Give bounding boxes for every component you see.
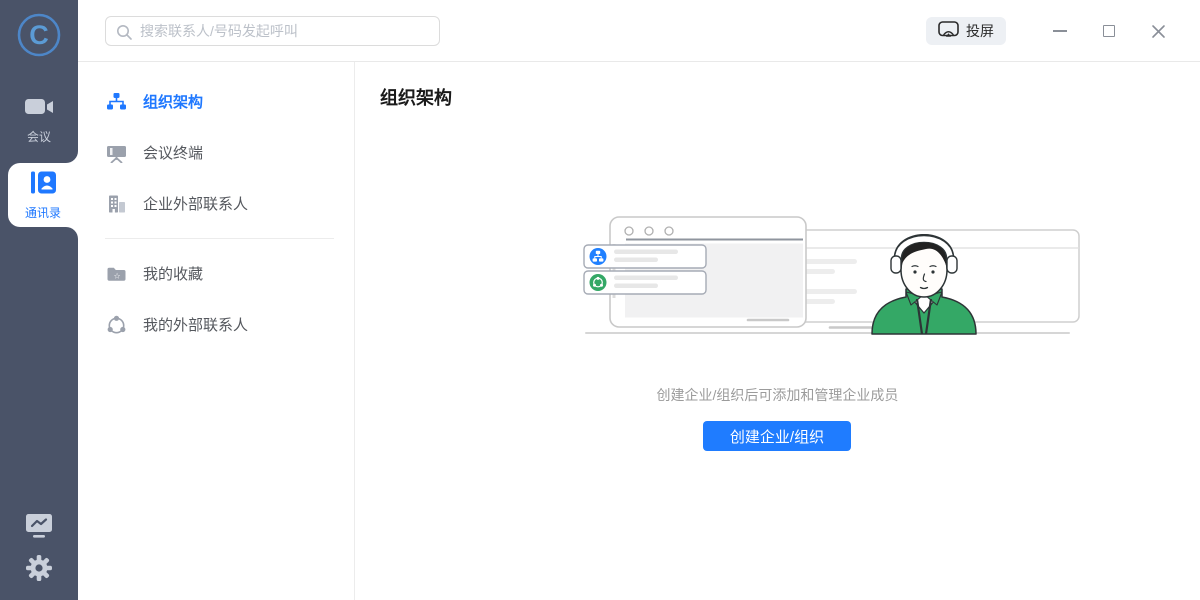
search-input[interactable] xyxy=(140,17,434,45)
window-controls xyxy=(1052,0,1166,62)
monitor-chart-icon xyxy=(24,512,54,545)
minimize-button[interactable] xyxy=(1052,23,1068,39)
sidebar-item-label: 会议 xyxy=(26,130,51,144)
nav-item-label: 组织架构 xyxy=(143,94,204,111)
stats-button[interactable] xyxy=(0,512,78,545)
nav-item-meeting-terminal[interactable]: 会议终端 xyxy=(78,127,354,178)
video-camera-icon xyxy=(24,96,54,123)
screen-cast-icon xyxy=(938,21,959,41)
nav-item-my-external-contacts[interactable]: 我的外部联系人 xyxy=(78,299,354,350)
minimize-icon xyxy=(1053,30,1067,32)
app-window: C 会议 通讯录 搜索联系人/号码发起呼叫 投屏 组织架构 会议终端 企业外部联… xyxy=(0,0,1200,600)
nav-item-label: 企业外部联系人 xyxy=(143,196,249,213)
whiteboard-icon xyxy=(105,143,127,163)
svg-text:☆: ☆ xyxy=(113,271,120,280)
empty-state-illustration xyxy=(583,216,1080,335)
search-icon xyxy=(117,25,132,40)
folder-star-icon: ☆ xyxy=(105,265,127,283)
sidebar-item-label: 通讯录 xyxy=(24,205,61,220)
search-box xyxy=(105,16,440,46)
org-chart-icon xyxy=(105,92,127,111)
address-book-icon xyxy=(30,170,57,200)
close-icon xyxy=(1151,24,1165,38)
page-title: 组织架构 xyxy=(380,88,452,108)
settings-button[interactable] xyxy=(0,554,78,587)
nav-item-my-favorites[interactable]: ☆ 我的收藏 xyxy=(78,248,354,299)
nav-item-label: 会议终端 xyxy=(143,145,204,162)
main-content: 组织架构 创建企业/组织后可添加和管理企业成员 创建企业/组织 xyxy=(355,62,1200,600)
tab-fillet xyxy=(66,227,78,239)
tab-fillet xyxy=(66,151,78,163)
cast-screen-button[interactable]: 投屏 xyxy=(926,17,1006,45)
maximize-button[interactable] xyxy=(1101,23,1117,39)
sidebar-item-contacts[interactable]: 通讯录 xyxy=(8,151,78,239)
nav-divider xyxy=(105,238,334,239)
top-bar: 投屏 xyxy=(78,0,1200,62)
buildings-icon xyxy=(105,194,127,214)
create-org-button[interactable]: 创建企业/组织 xyxy=(703,421,851,451)
app-logo-icon: C xyxy=(14,10,64,60)
nav-item-external-company-contacts[interactable]: 企业外部联系人 xyxy=(78,178,354,229)
close-button[interactable] xyxy=(1150,23,1166,39)
svg-text:C: C xyxy=(29,20,49,50)
nav-item-label: 我的收藏 xyxy=(143,266,204,283)
maximize-icon xyxy=(1103,25,1115,37)
sidebar-item-meeting[interactable]: 会议 xyxy=(0,96,78,145)
cast-screen-label: 投屏 xyxy=(966,23,994,39)
network-circle-icon xyxy=(105,315,127,335)
contacts-nav-panel: 组织架构 会议终端 企业外部联系人 ☆ 我的收藏 我的外部联系人 xyxy=(78,62,355,600)
nav-item-label: 我的外部联系人 xyxy=(143,317,249,334)
empty-state-hint: 创建企业/组织后可添加和管理企业成员 xyxy=(656,387,899,403)
primary-sidebar: C 会议 通讯录 xyxy=(0,0,78,600)
nav-item-org-structure[interactable]: 组织架构 xyxy=(78,76,354,127)
gear-icon xyxy=(25,554,53,587)
